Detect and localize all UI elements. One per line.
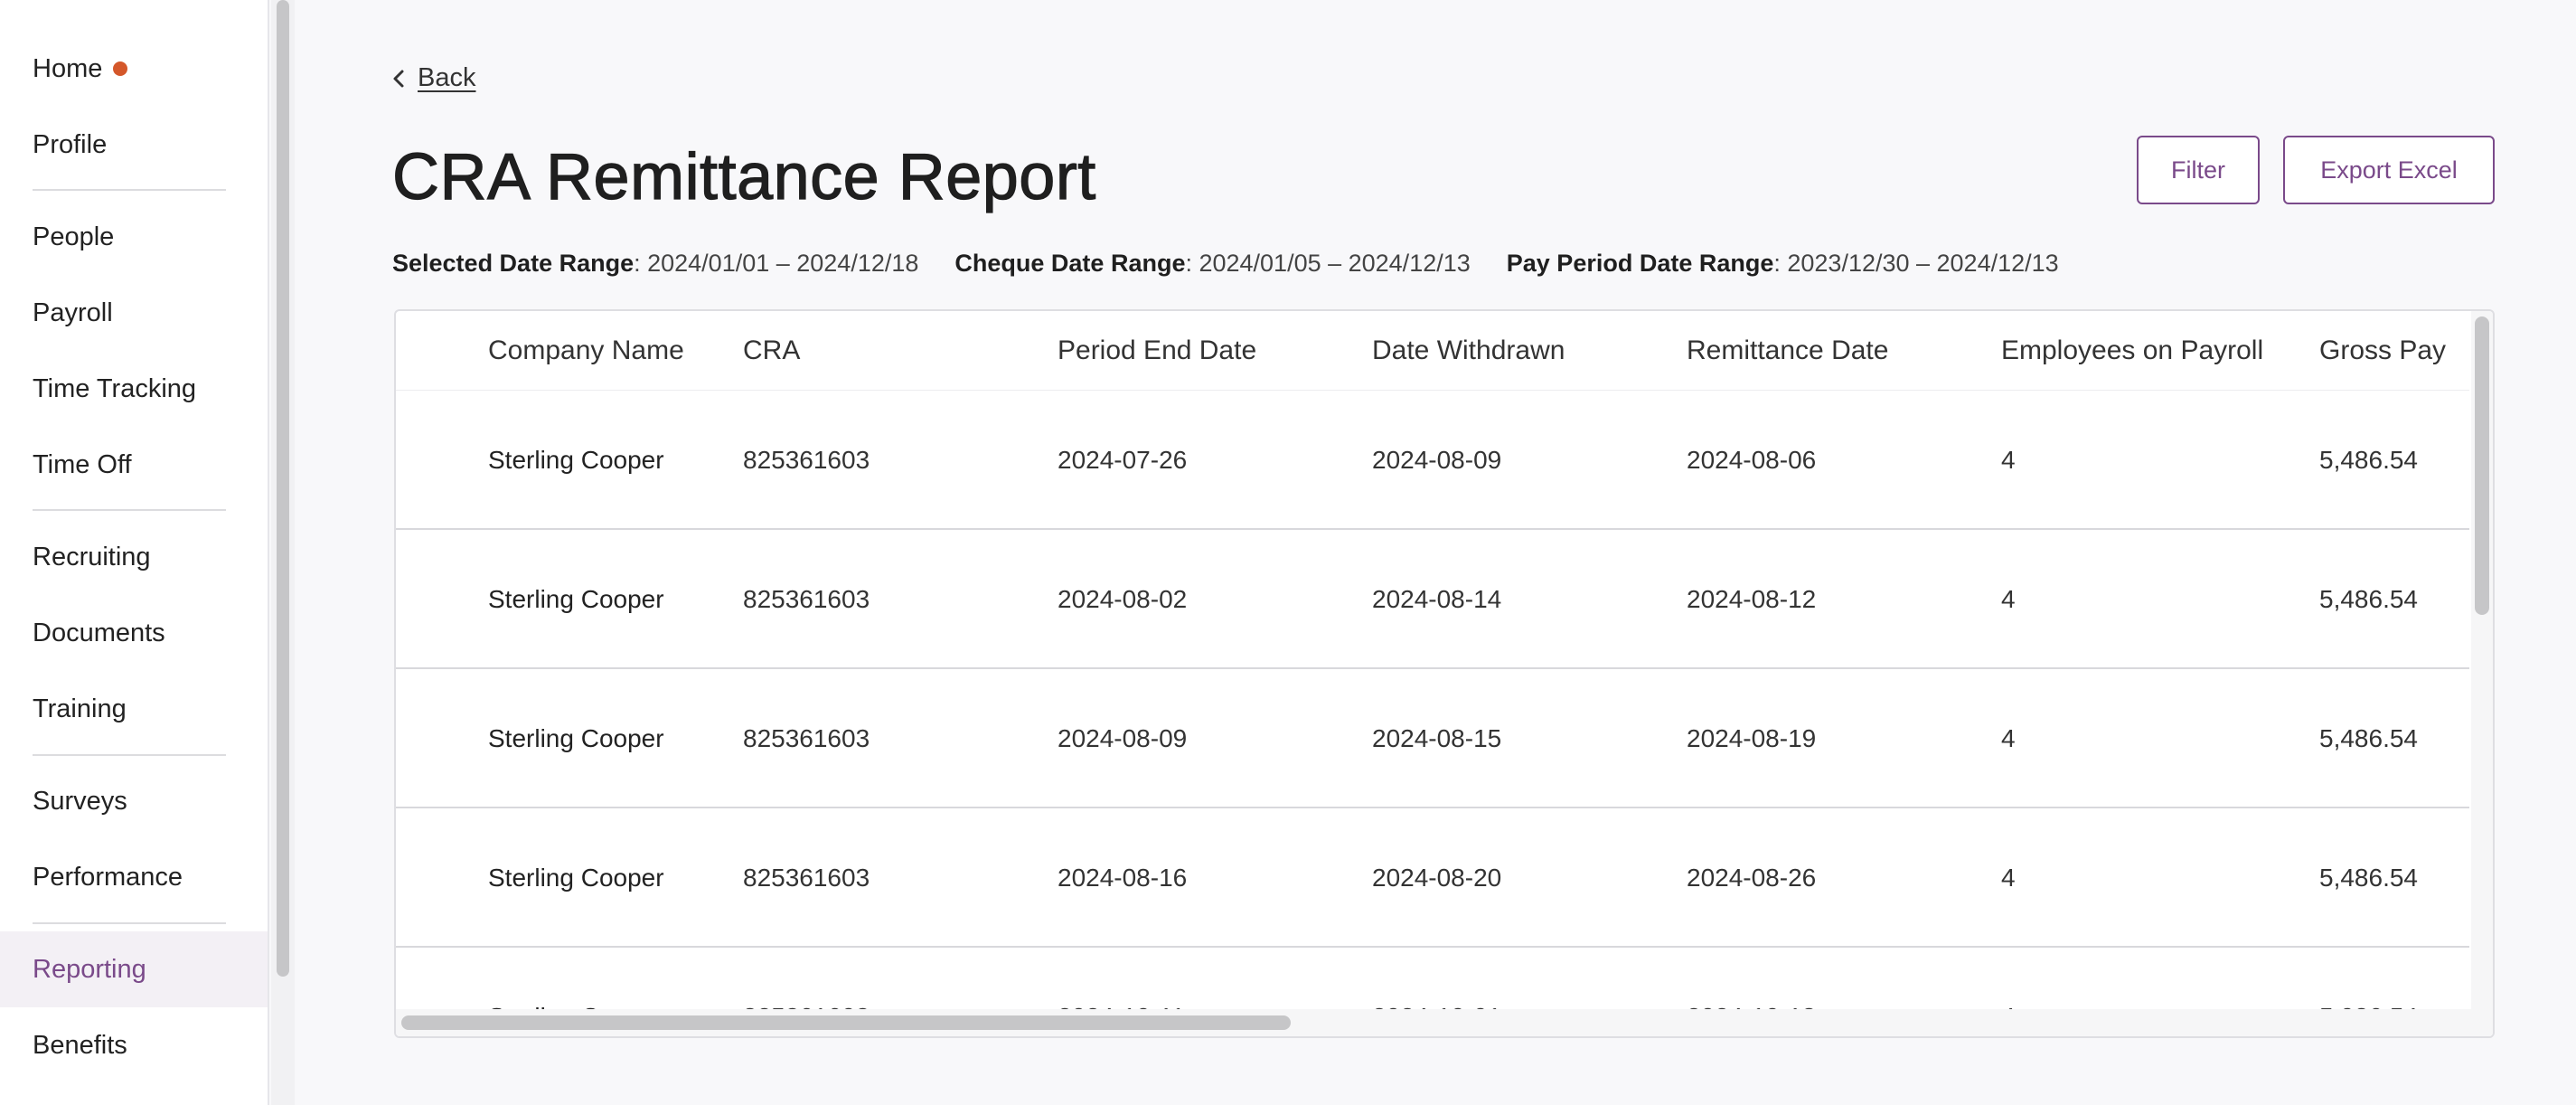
sidebar: Home Profile People Payroll Time Trackin… (0, 0, 269, 1105)
sidebar-item-label: Time Off (33, 449, 132, 479)
column-header-remittance-date[interactable]: Remittance Date (1687, 311, 1888, 391)
column-header-employees-on-payroll[interactable]: Employees on Payroll (2001, 311, 2263, 391)
cell-company-name: Sterling Cooper (488, 446, 664, 474)
sidebar-divider (33, 509, 226, 511)
filter-button[interactable]: Filter (2137, 136, 2260, 204)
sidebar-divider (33, 754, 226, 756)
sidebar-item-label: Benefits (33, 1030, 127, 1060)
sidebar-item-profile[interactable]: Profile (0, 109, 268, 181)
sidebar-divider (33, 189, 226, 191)
cell-period-end-date: 2024-07-26 (1058, 446, 1188, 474)
page-title: CRA Remittance Report (391, 140, 1096, 213)
cell-date-withdrawn: 2024-08-15 (1372, 724, 1502, 752)
cell-period-end-date: 2024-08-02 (1058, 585, 1188, 613)
cheque-date-range: Cheque Date Range: 2024/01/05 – 2024/12/… (954, 250, 1471, 277)
notification-dot-icon (113, 61, 128, 76)
cell-date-withdrawn: 2024-08-09 (1372, 446, 1502, 474)
column-header-cra[interactable]: CRA (743, 311, 800, 391)
sidebar-item-documents[interactable]: Documents (0, 597, 268, 669)
remittance-table: Company Name CRA Period End Date Date Wi… (394, 309, 2495, 1038)
sidebar-item-training[interactable]: Training (0, 673, 268, 745)
chevron-left-icon (393, 70, 404, 87)
sidebar-item-label: People (33, 222, 115, 251)
cell-company-name: Sterling Cooper (488, 724, 664, 752)
cell-company-name: Sterling Cooper (488, 585, 664, 613)
sidebar-item-label: Time Tracking (33, 373, 197, 403)
cell-employees-on-payroll: 4 (2001, 585, 2016, 613)
column-header-company-name[interactable]: Company Name (488, 311, 684, 391)
cell-gross-pay: 5,486.54 (2319, 446, 2418, 474)
sidebar-item-label: Reporting (33, 954, 146, 984)
table-row[interactable]: Sterling Cooper 825361603 2024-08-16 202… (396, 808, 2469, 948)
cell-date-withdrawn: 2024-08-20 (1372, 864, 1502, 892)
cell-period-end-date: 2024-08-09 (1058, 724, 1188, 752)
sidebar-item-label: Documents (33, 618, 165, 647)
sidebar-item-label: Training (33, 694, 127, 723)
sidebar-item-time-tracking[interactable]: Time Tracking (0, 353, 268, 425)
sidebar-item-payroll[interactable]: Payroll (0, 277, 268, 349)
cell-gross-pay: 5,486.54 (2319, 585, 2418, 613)
sidebar-item-label: Surveys (33, 786, 127, 816)
date-ranges: Selected Date Range: 2024/01/01 – 2024/1… (392, 250, 2095, 278)
sidebar-item-reporting[interactable]: Reporting (0, 931, 268, 1007)
table-row[interactable]: Sterling Cooper 825361603 2024-08-09 202… (396, 669, 2469, 808)
sidebar-divider (33, 922, 226, 924)
sidebar-item-label: Performance (33, 862, 183, 892)
column-header-period-end-date[interactable]: Period End Date (1058, 311, 1256, 391)
pay-period-date-range: Pay Period Date Range: 2023/12/30 – 2024… (1506, 250, 2059, 277)
table-horizontal-scrollbar-thumb[interactable] (401, 1015, 1291, 1030)
cell-date-withdrawn: 2024-08-14 (1372, 585, 1502, 613)
cell-cra: 825361603 (743, 585, 870, 613)
sidebar-scrollbar-thumb[interactable] (277, 0, 289, 977)
cell-remittance-date: 2024-08-19 (1687, 724, 1817, 752)
cell-gross-pay: 5,486.54 (2319, 864, 2418, 892)
back-link[interactable]: Back (392, 63, 475, 93)
sidebar-item-benefits[interactable]: Benefits (0, 1009, 268, 1081)
cell-remittance-date: 2024-08-12 (1687, 585, 1817, 613)
cell-employees-on-payroll: 4 (2001, 864, 2016, 892)
cell-period-end-date: 2024-08-16 (1058, 864, 1188, 892)
column-header-gross-pay[interactable]: Gross Pay (2319, 311, 2446, 391)
sidebar-item-label: Profile (33, 129, 108, 159)
sidebar-item-label: Recruiting (33, 542, 151, 571)
cell-company-name: Sterling Cooper (488, 864, 664, 892)
table-row[interactable]: Sterling Cooper 825361603 2024-07-26 202… (396, 391, 2469, 530)
sidebar-item-performance[interactable]: Performance (0, 841, 268, 913)
sidebar-item-time-off[interactable]: Time Off (0, 429, 268, 501)
cell-remittance-date: 2024-08-26 (1687, 864, 1817, 892)
selected-date-range: Selected Date Range: 2024/01/01 – 2024/1… (392, 250, 919, 277)
cell-cra: 825361603 (743, 864, 870, 892)
cell-gross-pay: 5,486.54 (2319, 724, 2418, 752)
cell-employees-on-payroll: 4 (2001, 724, 2016, 752)
table-vertical-scrollbar-thumb[interactable] (2475, 316, 2489, 615)
sidebar-item-home[interactable]: Home (0, 33, 268, 105)
sidebar-item-people[interactable]: People (0, 201, 268, 273)
cell-remittance-date: 2024-08-06 (1687, 446, 1817, 474)
cell-cra: 825361603 (743, 446, 870, 474)
back-label: Back (418, 63, 476, 92)
cell-cra: 825361603 (743, 724, 870, 752)
table-row[interactable]: Sterling Cooper 825361603 2024-08-02 202… (396, 530, 2469, 669)
column-header-date-withdrawn[interactable]: Date Withdrawn (1372, 311, 1565, 391)
sidebar-item-label: Home (33, 53, 103, 83)
sidebar-item-surveys[interactable]: Surveys (0, 765, 268, 837)
export-excel-button[interactable]: Export Excel (2283, 136, 2495, 204)
sidebar-item-recruiting[interactable]: Recruiting (0, 521, 268, 593)
table-header: Company Name CRA Period End Date Date Wi… (396, 311, 2469, 391)
sidebar-item-label: Payroll (33, 298, 113, 327)
cell-employees-on-payroll: 4 (2001, 446, 2016, 474)
